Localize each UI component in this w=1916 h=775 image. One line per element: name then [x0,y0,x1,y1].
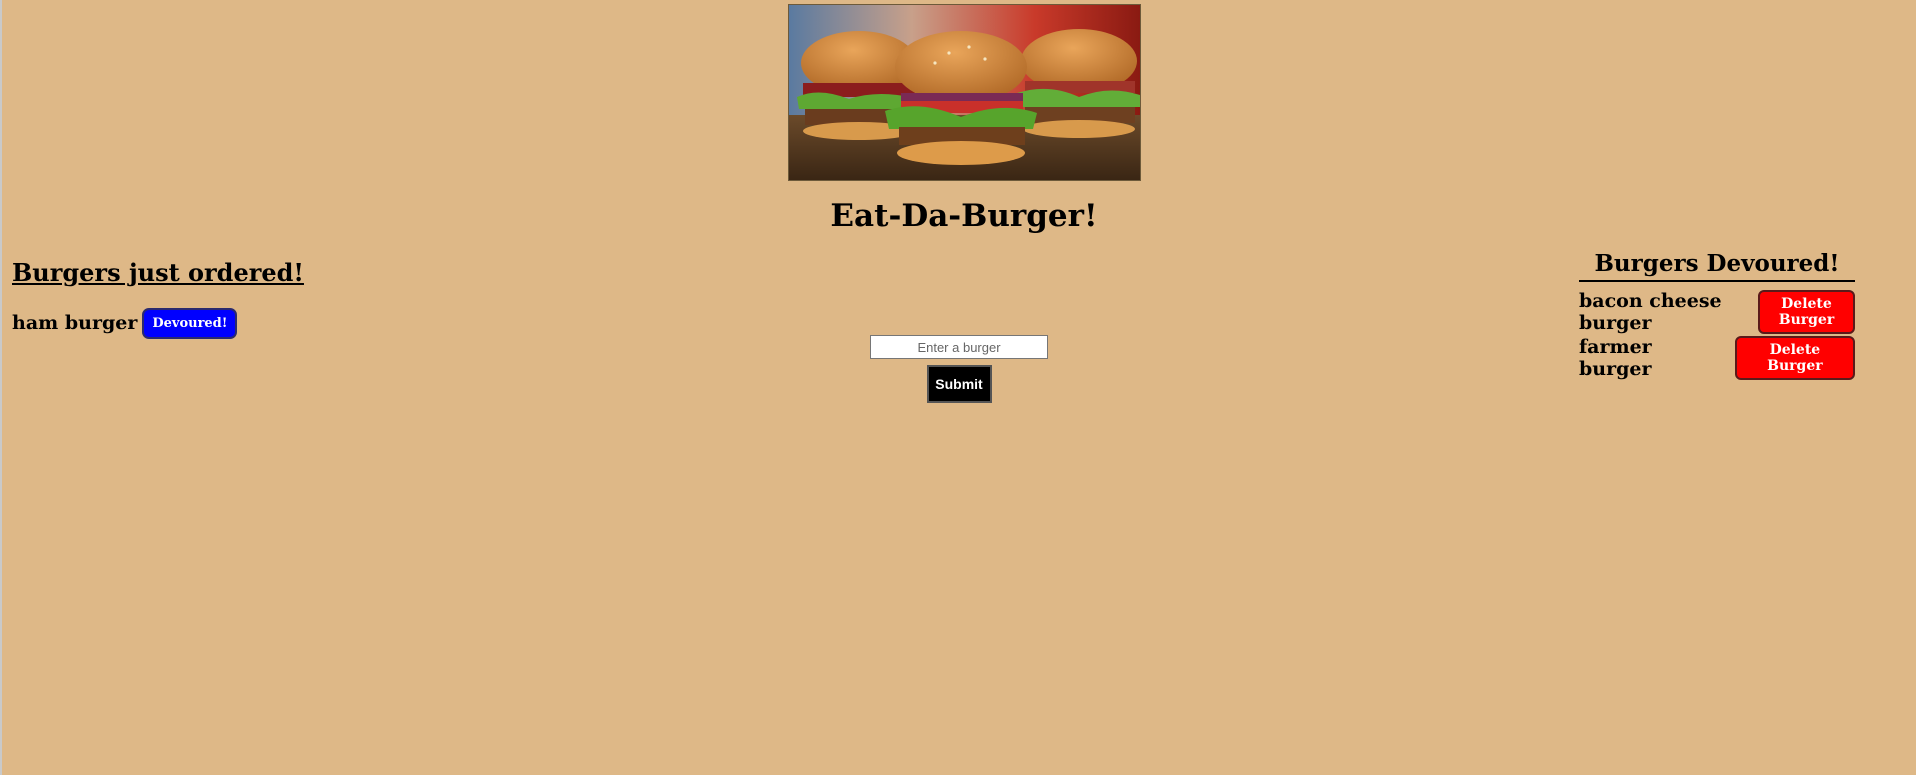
list-item: ham burger Devoured! [12,307,238,339]
burger-name: bacon cheese burger [1579,290,1722,334]
ordered-list: ham burger Devoured! [12,307,238,353]
delete-burger-button[interactable]: Delete Burger [1734,336,1855,380]
burger-name: farmer burger [1579,336,1652,380]
burger-form: Submit [868,335,1050,403]
burger-hero-image [788,4,1141,181]
devoured-heading: Burgers Devoured! [1579,250,1855,282]
devoured-list: bacon cheese burger Delete Burger farmer… [1579,290,1855,380]
devour-button[interactable]: Devoured! [142,307,238,339]
ordered-heading: Burgers just ordered! [12,258,304,287]
devoured-section: Burgers Devoured! bacon cheese burger De… [1579,250,1855,388]
burger-name: ham burger [12,312,138,334]
burger-input[interactable] [870,335,1048,359]
page-title: Eat-Da-Burger! [830,198,1098,234]
list-item: farmer burger Delete Burger [1579,336,1855,380]
submit-button[interactable]: Submit [926,365,992,403]
delete-burger-button[interactable]: Delete Burger [1757,290,1855,334]
list-item: bacon cheese burger Delete Burger [1579,290,1855,334]
